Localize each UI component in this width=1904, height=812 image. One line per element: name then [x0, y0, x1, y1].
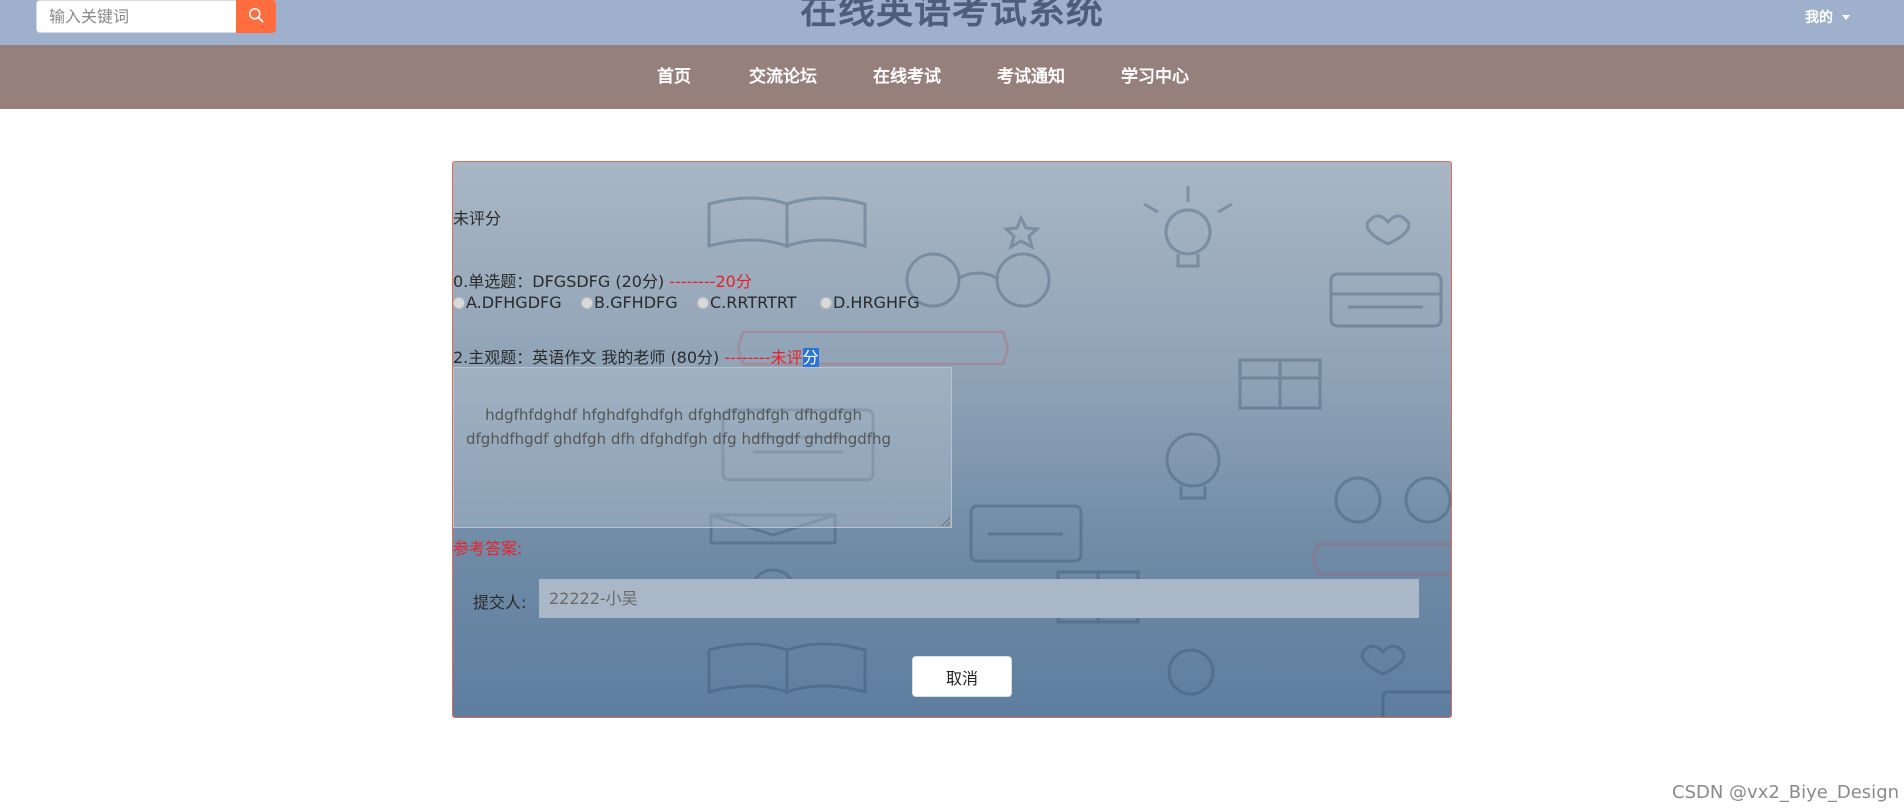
question-2-answer-textarea[interactable]: hdgfhfdghdf hfghdfghdfgh dfghdfghdfgh df…: [453, 367, 952, 528]
reference-answer-label: 参考答案:: [453, 539, 523, 558]
question-1-title: 0.单选题：DFGSDFG (20分): [453, 272, 665, 291]
chevron-down-icon: [1842, 14, 1850, 20]
nav-item-forum[interactable]: 交流论坛: [749, 45, 817, 109]
option-label: C.RRTRTRT: [710, 293, 797, 312]
resize-handle[interactable]: [941, 517, 950, 526]
question-1-option-b[interactable]: B.GFHDFG: [581, 293, 678, 312]
question-1-option-c[interactable]: C.RRTRTRT: [697, 293, 797, 312]
question-1-line: 0.单选题：DFGSDFG (20分) --------20分: [453, 268, 752, 292]
option-label: A.DFHGDFG: [466, 293, 562, 312]
question-2-score-selected: 分: [802, 348, 819, 367]
option-label: B.GFHDFG: [594, 293, 678, 312]
nav-item-online-exam[interactable]: 在线考试: [873, 45, 941, 109]
answer-text: hdgfhfdghdf hfghdfghdfgh dfghdfghdfgh df…: [466, 406, 892, 448]
question-2-title: 2.主观题：英语作文 我的老师 (80分): [453, 348, 720, 367]
question-2-line: 2.主观题：英语作文 我的老师 (80分) --------未评分: [453, 344, 819, 368]
cancel-button[interactable]: 取消: [912, 656, 1012, 697]
radio-button[interactable]: [453, 296, 465, 309]
nav-item-exam-notice[interactable]: 考试通知: [997, 45, 1065, 109]
submitter-field[interactable]: 22222-小吴: [539, 579, 1419, 618]
nav-item-learning-center[interactable]: 学习中心: [1121, 45, 1189, 109]
question-1-score: --------20分: [669, 272, 752, 291]
option-label: D.HRGHFG: [833, 293, 920, 312]
user-menu[interactable]: 我的: [1805, 7, 1850, 27]
radio-button[interactable]: [820, 296, 832, 309]
user-menu-label: 我的: [1805, 10, 1833, 26]
radio-button[interactable]: [581, 296, 593, 309]
radio-button[interactable]: [697, 296, 709, 309]
watermark-text: CSDN @vx2_Biye_Design: [1672, 782, 1900, 803]
submitter-label: 提交人:: [473, 593, 527, 612]
question-1-option-d[interactable]: D.HRGHFG: [820, 293, 920, 312]
nav-item-home[interactable]: 首页: [657, 45, 691, 109]
grading-status: 未评分: [453, 209, 502, 228]
question-2-score: --------未评: [724, 348, 803, 367]
exam-review-panel: 未评分 0.单选题：DFGSDFG (20分) --------20分 A.DF…: [452, 161, 1452, 718]
top-bar: 在线英语考试系统 我的: [0, 0, 1904, 45]
question-1-option-a[interactable]: A.DFHGDFG: [453, 293, 562, 312]
main-nav: 首页 交流论坛 在线考试 考试通知 学习中心: [0, 45, 1904, 109]
site-title: 在线英语考试系统: [800, 0, 1104, 32]
